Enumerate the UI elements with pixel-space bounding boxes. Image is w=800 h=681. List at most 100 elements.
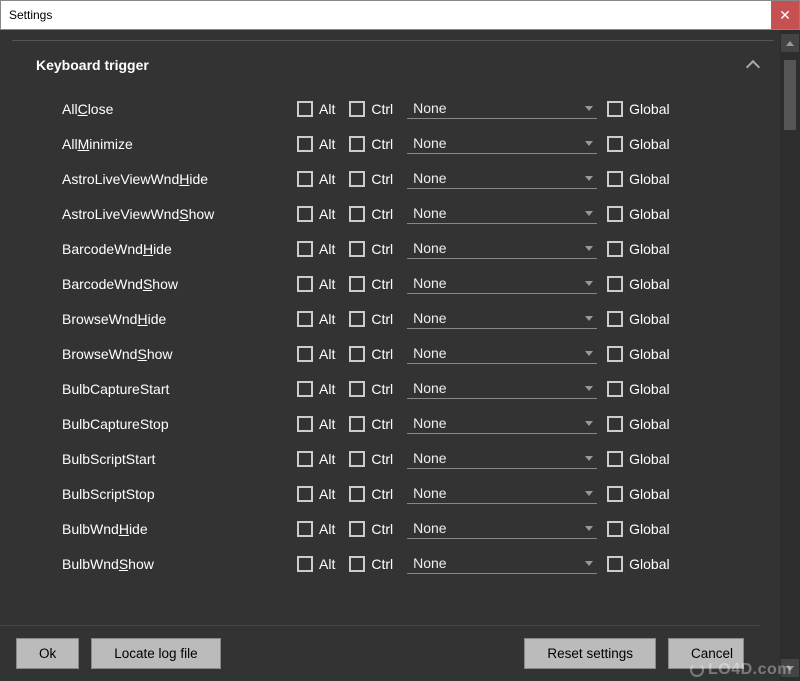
dropdown-arrow-icon bbox=[585, 246, 593, 251]
alt-checkbox[interactable] bbox=[297, 346, 313, 362]
key-dropdown[interactable]: None bbox=[407, 308, 597, 329]
global-checkbox[interactable] bbox=[607, 311, 623, 327]
dropdown-arrow-icon bbox=[585, 351, 593, 356]
global-checkbox[interactable] bbox=[607, 381, 623, 397]
ctrl-checkbox[interactable] bbox=[349, 556, 365, 572]
cancel-button[interactable]: Cancel bbox=[668, 638, 744, 669]
key-dropdown[interactable]: None bbox=[407, 343, 597, 364]
global-checkbox[interactable] bbox=[607, 346, 623, 362]
alt-checkbox[interactable] bbox=[297, 101, 313, 117]
section-header[interactable]: Keyboard trigger bbox=[12, 47, 774, 83]
ctrl-checkbox[interactable] bbox=[349, 381, 365, 397]
scroll-track[interactable] bbox=[783, 54, 797, 657]
alt-checkbox[interactable] bbox=[297, 206, 313, 222]
alt-label: Alt bbox=[319, 451, 335, 467]
alt-checkbox[interactable] bbox=[297, 136, 313, 152]
alt-checkbox[interactable] bbox=[297, 521, 313, 537]
alt-checkbox[interactable] bbox=[297, 381, 313, 397]
global-checkbox[interactable] bbox=[607, 206, 623, 222]
scroll-down-button[interactable] bbox=[781, 659, 799, 677]
global-label: Global bbox=[629, 451, 669, 467]
key-dropdown[interactable]: None bbox=[407, 133, 597, 154]
key-dropdown[interactable]: None bbox=[407, 413, 597, 434]
ctrl-label: Ctrl bbox=[371, 486, 393, 502]
global-checkbox[interactable] bbox=[607, 521, 623, 537]
alt-checkbox[interactable] bbox=[297, 241, 313, 257]
ok-button[interactable]: Ok bbox=[16, 638, 79, 669]
global-checkbox[interactable] bbox=[607, 171, 623, 187]
ctrl-checkbox[interactable] bbox=[349, 136, 365, 152]
ctrl-label: Ctrl bbox=[371, 346, 393, 362]
trigger-name: AllClose bbox=[62, 101, 297, 117]
key-dropdown[interactable]: None bbox=[407, 553, 597, 574]
alt-checkbox[interactable] bbox=[297, 311, 313, 327]
ctrl-checkbox[interactable] bbox=[349, 241, 365, 257]
key-dropdown[interactable]: None bbox=[407, 168, 597, 189]
ctrl-check-group: Ctrl bbox=[349, 416, 399, 432]
scroll-thumb[interactable] bbox=[784, 60, 796, 130]
global-checkbox[interactable] bbox=[607, 416, 623, 432]
alt-checkbox[interactable] bbox=[297, 171, 313, 187]
global-check-group: Global bbox=[607, 136, 675, 152]
close-button[interactable]: ✕ bbox=[771, 1, 799, 29]
alt-label: Alt bbox=[319, 101, 335, 117]
trigger-row: BulbWndHideAltCtrlNoneGlobal bbox=[62, 511, 764, 546]
ctrl-checkbox[interactable] bbox=[349, 311, 365, 327]
alt-checkbox[interactable] bbox=[297, 556, 313, 572]
ctrl-checkbox[interactable] bbox=[349, 486, 365, 502]
alt-checkbox[interactable] bbox=[297, 276, 313, 292]
alt-checkbox[interactable] bbox=[297, 451, 313, 467]
scroll-up-button[interactable] bbox=[781, 34, 799, 52]
trigger-list: AllCloseAltCtrlNoneGlobalAllMinimizeAltC… bbox=[12, 83, 774, 581]
alt-checkbox[interactable] bbox=[297, 416, 313, 432]
key-dropdown[interactable]: None bbox=[407, 203, 597, 224]
key-dropdown[interactable]: None bbox=[407, 378, 597, 399]
ctrl-label: Ctrl bbox=[371, 276, 393, 292]
global-checkbox[interactable] bbox=[607, 556, 623, 572]
global-label: Global bbox=[629, 241, 669, 257]
alt-label: Alt bbox=[319, 381, 335, 397]
ctrl-checkbox[interactable] bbox=[349, 451, 365, 467]
key-dropdown[interactable]: None bbox=[407, 483, 597, 504]
ctrl-checkbox[interactable] bbox=[349, 276, 365, 292]
dropdown-arrow-icon bbox=[585, 421, 593, 426]
dropdown-arrow-icon bbox=[585, 281, 593, 286]
dropdown-arrow-icon bbox=[585, 176, 593, 181]
global-checkbox[interactable] bbox=[607, 451, 623, 467]
key-dropdown[interactable]: None bbox=[407, 98, 597, 119]
alt-label: Alt bbox=[319, 136, 335, 152]
key-dropdown[interactable]: None bbox=[407, 518, 597, 539]
ctrl-checkbox[interactable] bbox=[349, 171, 365, 187]
reset-settings-button[interactable]: Reset settings bbox=[524, 638, 656, 669]
dropdown-value: None bbox=[413, 205, 446, 221]
alt-label: Alt bbox=[319, 556, 335, 572]
ctrl-checkbox[interactable] bbox=[349, 346, 365, 362]
alt-label: Alt bbox=[319, 346, 335, 362]
global-label: Global bbox=[629, 136, 669, 152]
global-check-group: Global bbox=[607, 101, 675, 117]
trigger-name: BulbWndShow bbox=[62, 556, 297, 572]
trigger-name: BulbCaptureStop bbox=[62, 416, 297, 432]
ctrl-label: Ctrl bbox=[371, 521, 393, 537]
dropdown-value: None bbox=[413, 450, 446, 466]
key-dropdown[interactable]: None bbox=[407, 448, 597, 469]
titlebar: Settings ✕ bbox=[0, 0, 800, 30]
key-dropdown[interactable]: None bbox=[407, 273, 597, 294]
ctrl-checkbox[interactable] bbox=[349, 521, 365, 537]
dropdown-arrow-icon bbox=[585, 456, 593, 461]
global-checkbox[interactable] bbox=[607, 241, 623, 257]
global-checkbox[interactable] bbox=[607, 276, 623, 292]
arrow-down-icon bbox=[786, 666, 794, 671]
alt-checkbox[interactable] bbox=[297, 486, 313, 502]
key-dropdown[interactable]: None bbox=[407, 238, 597, 259]
global-label: Global bbox=[629, 311, 669, 327]
ctrl-checkbox[interactable] bbox=[349, 206, 365, 222]
alt-check-group: Alt bbox=[297, 241, 341, 257]
ctrl-checkbox[interactable] bbox=[349, 101, 365, 117]
global-checkbox[interactable] bbox=[607, 136, 623, 152]
ctrl-checkbox[interactable] bbox=[349, 416, 365, 432]
locate-log-button[interactable]: Locate log file bbox=[91, 638, 220, 669]
global-check-group: Global bbox=[607, 556, 675, 572]
global-checkbox[interactable] bbox=[607, 101, 623, 117]
global-checkbox[interactable] bbox=[607, 486, 623, 502]
